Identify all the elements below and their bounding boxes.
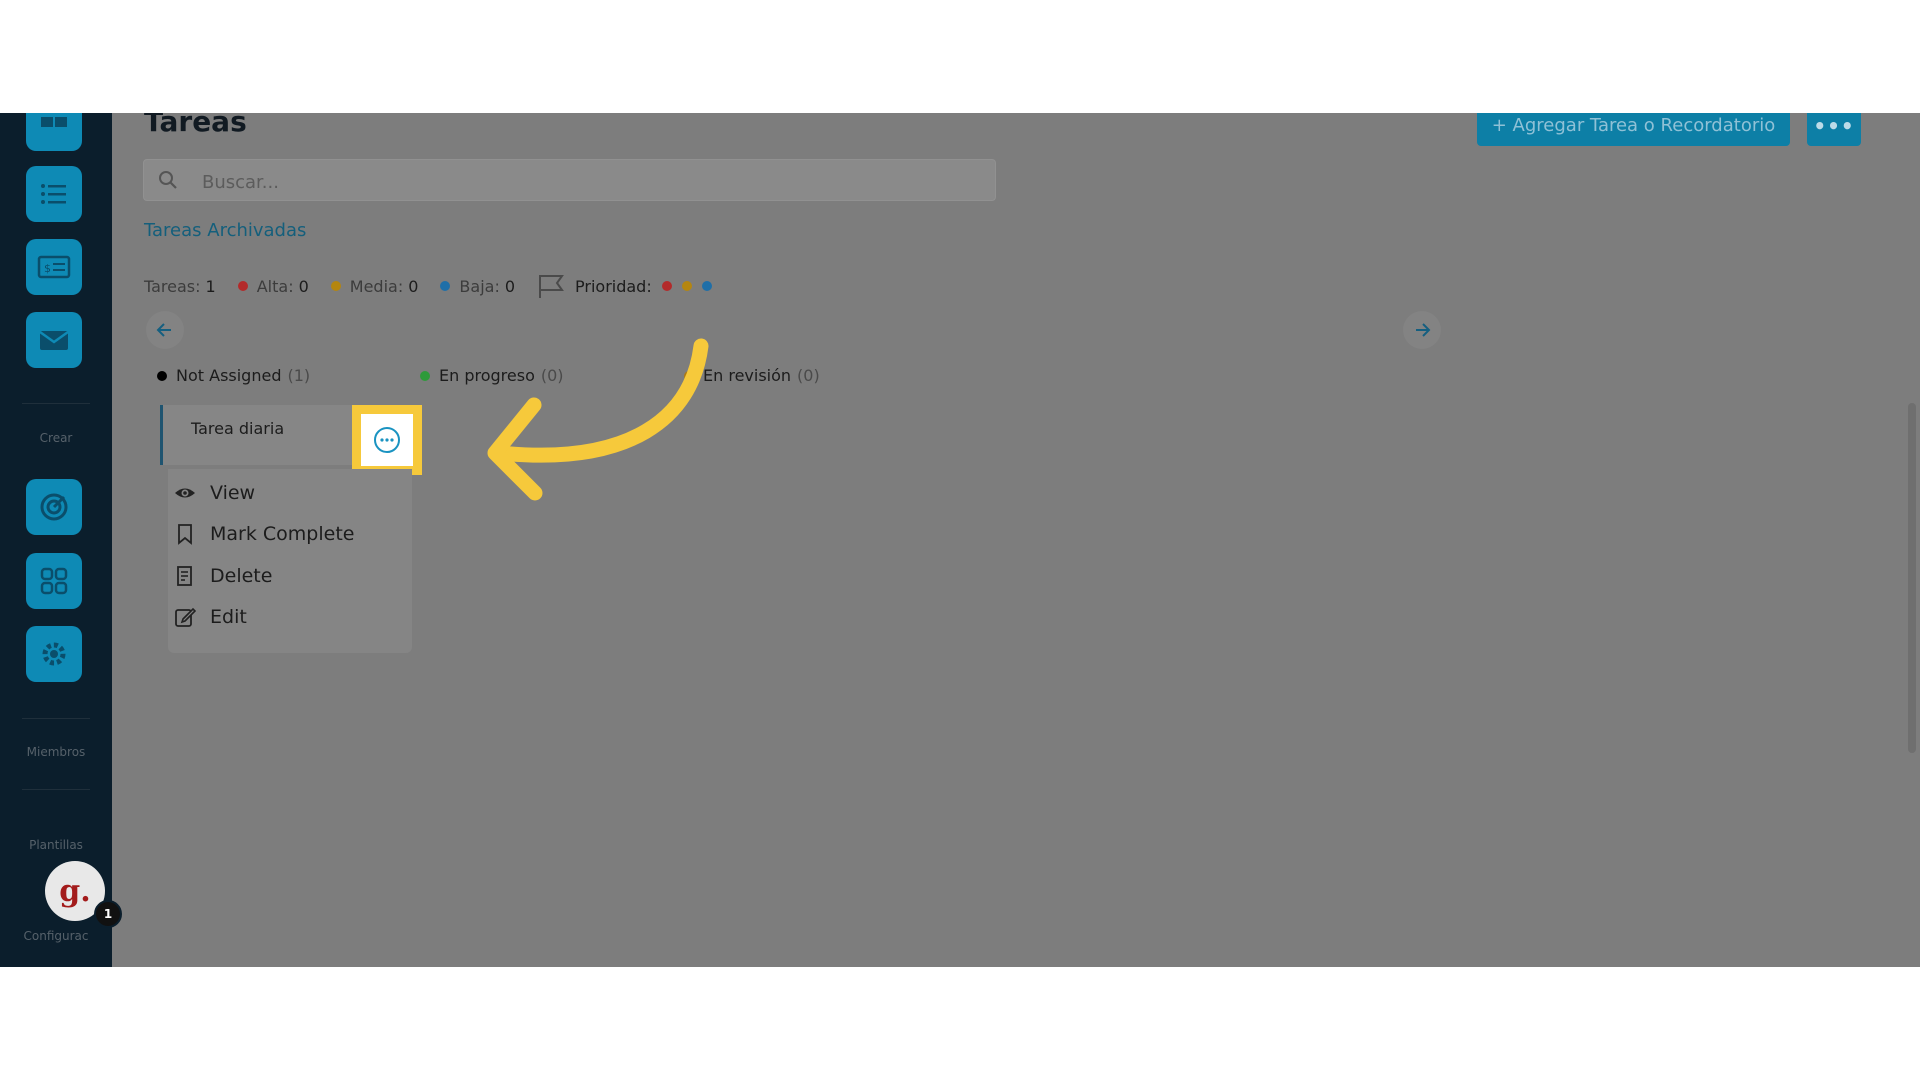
priority-low-dot[interactable] <box>701 281 712 291</box>
sidebar-list-button[interactable] <box>26 166 82 222</box>
notification-badge: 1 <box>94 900 122 928</box>
sidebar-goals-button[interactable] <box>26 479 82 535</box>
menu-item-mark-complete[interactable]: Mark Complete <box>168 514 412 554</box>
task-stats: Tareas: 1 Alta: 0 Media: 0 Baja: 0 Prior… <box>144 273 722 299</box>
arrow-left-icon <box>156 323 171 337</box>
list-icon <box>41 184 66 204</box>
stat-total-value: 1 <box>205 276 216 296</box>
stat-total: Tareas: 1 <box>144 277 216 296</box>
priority-label: Prioridad: <box>575 276 652 296</box>
stat-media-value: 0 <box>408 276 419 296</box>
sidebar-divider <box>22 718 90 719</box>
target-icon <box>40 493 68 521</box>
stat-baja: Baja: 0 <box>440 277 515 296</box>
edit-icon <box>174 606 196 628</box>
stat-total-label: Tareas: <box>144 276 201 296</box>
invoice-icon: $ <box>37 255 71 279</box>
svg-text:$: $ <box>44 262 51 275</box>
stat-baja-value: 0 <box>504 276 516 296</box>
search-icon <box>159 171 177 189</box>
arrow-right-icon <box>1416 323 1431 337</box>
task-options-highlight <box>352 405 422 475</box>
scroll-right-button[interactable] <box>1403 311 1441 349</box>
annotation-arrow <box>487 338 709 501</box>
search-input[interactable]: Buscar... <box>143 159 996 201</box>
column-status-dot <box>157 370 167 381</box>
stat-media-label: Media: <box>349 276 404 296</box>
apps-grid-icon <box>40 567 68 595</box>
baja-dot <box>440 281 451 291</box>
menu-item-view[interactable]: View <box>168 473 412 513</box>
sidebar-label-miembros[interactable]: Miembros <box>0 745 112 759</box>
bookmark-icon <box>174 523 196 545</box>
eye-icon <box>174 482 196 504</box>
task-title: Tarea diaria <box>191 419 285 438</box>
vertical-scrollbar[interactable] <box>1908 403 1916 753</box>
sidebar-dashboard-button[interactable] <box>26 113 82 151</box>
more-horizontal-icon <box>374 427 400 453</box>
menu-item-label: View <box>210 482 256 504</box>
receipt-icon <box>174 565 196 587</box>
column-status-dot <box>420 370 430 381</box>
menu-item-delete[interactable]: Delete <box>168 556 412 596</box>
alta-dot <box>237 281 248 291</box>
sidebar-mail-button[interactable] <box>26 312 82 368</box>
stat-alta: Alta: 0 <box>237 276 309 296</box>
sidebar-label-configuracion[interactable]: Configurac <box>0 929 112 943</box>
sidebar-apps-button[interactable] <box>26 553 82 609</box>
priority-high-dot[interactable] <box>661 281 672 291</box>
flag-icon <box>539 275 564 298</box>
column-label: Not Assigned <box>176 366 282 385</box>
priority-medium-dot[interactable] <box>681 281 692 291</box>
menu-item-label: Delete <box>210 565 273 587</box>
sidebar-label-crear: Crear <box>39 431 73 445</box>
stat-baja-label: Baja: <box>459 276 500 296</box>
add-task-button[interactable]: + Agregar Tarea o Recordatorio <box>1477 113 1790 146</box>
archived-tasks-link[interactable]: Tareas Archivadas <box>144 220 306 241</box>
scroll-left-button[interactable] <box>146 311 184 349</box>
menu-item-label: Edit <box>210 606 247 628</box>
priority-filter[interactable]: Prioridad: <box>537 273 722 299</box>
more-options-button[interactable]: ••• <box>1807 113 1861 146</box>
task-context-menu: View Mark Complete Delete Edit <box>168 469 412 653</box>
column-count: (1) <box>287 366 311 385</box>
sidebar-invoice-button[interactable]: $ <box>26 239 82 295</box>
sidebar: $ Crear Miembros Plantillas Configurac g… <box>0 113 122 967</box>
gear-icon <box>42 642 66 666</box>
sidebar-divider <box>22 789 90 790</box>
stat-alta-value: 0 <box>298 276 309 296</box>
stat-alta-label: Alta: <box>256 276 294 296</box>
task-options-button[interactable] <box>361 414 413 466</box>
column-count: (0) <box>797 366 820 385</box>
menu-item-edit[interactable]: Edit <box>168 597 412 637</box>
sidebar-divider <box>22 403 90 404</box>
grid-layout-icon <box>41 117 67 127</box>
mail-icon <box>39 330 69 350</box>
menu-item-label: Mark Complete <box>210 523 355 545</box>
search-placeholder: Buscar... <box>202 172 279 193</box>
stat-media: Media: 0 <box>330 276 419 296</box>
sidebar-label-plantillas[interactable]: Plantillas <box>0 838 112 852</box>
column-not-assigned: Not Assigned (1) <box>157 366 310 385</box>
sidebar-settings-button[interactable] <box>26 626 82 682</box>
app-window: $ Crear Miembros Plantillas Configurac g… <box>0 113 1920 967</box>
media-dot <box>330 281 341 291</box>
page-title: Tareas <box>144 113 247 138</box>
